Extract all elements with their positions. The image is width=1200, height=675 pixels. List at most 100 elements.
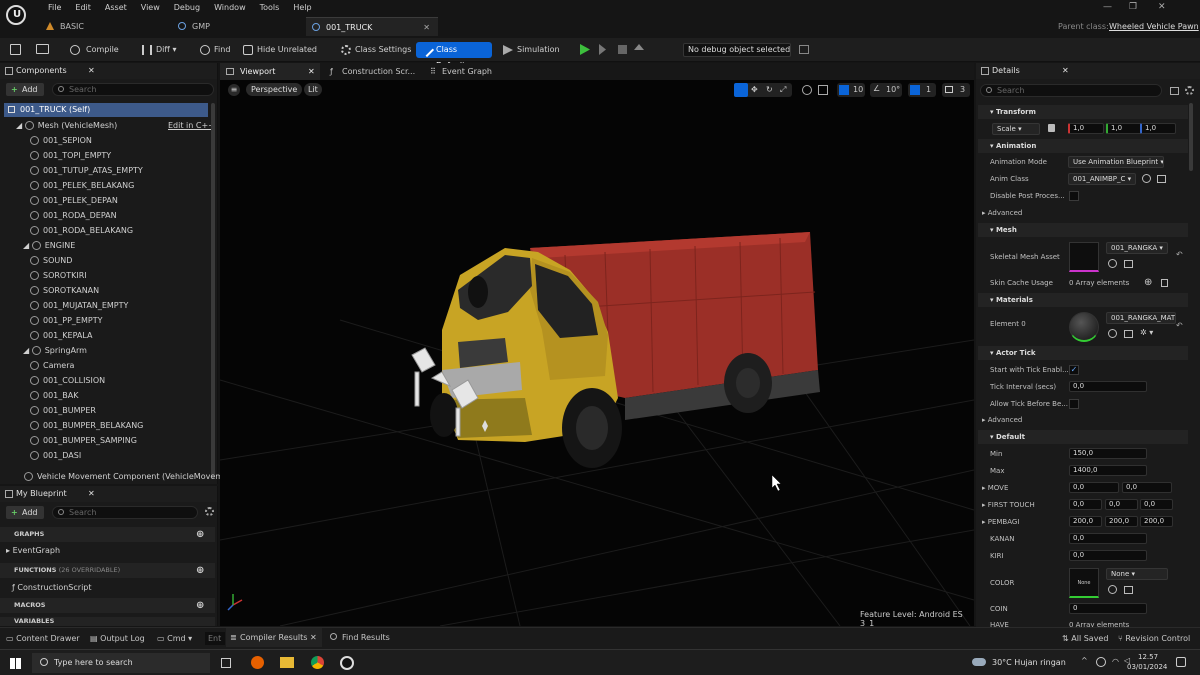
component-row[interactable]: 001_DASI	[30, 451, 81, 460]
tab-viewport[interactable]: Viewport ✕	[220, 63, 320, 80]
close-icon[interactable]: ✕	[423, 18, 430, 37]
blueprint-search-input[interactable]: Search	[52, 506, 198, 519]
details-scrollbar[interactable]	[1189, 103, 1193, 171]
step-icon[interactable]	[599, 44, 606, 55]
pembagi-x-field[interactable]: 200,0	[1069, 516, 1102, 527]
menu-debug[interactable]: Debug	[167, 2, 207, 13]
cmd-dropdown[interactable]: ▭ Cmd ▾	[157, 634, 192, 643]
taskbar-search-input[interactable]: Type here to search	[32, 653, 210, 673]
scale-mode-select[interactable]: Scale ▾	[992, 123, 1040, 135]
simulation-button[interactable]: Simulation	[503, 42, 560, 58]
component-row[interactable]: SOROTKANAN	[30, 286, 99, 295]
revision-control-button[interactable]: ⑂ Revision Control	[1118, 634, 1190, 643]
table-view-icon[interactable]	[1170, 87, 1179, 95]
language-icon[interactable]	[1096, 657, 1106, 667]
parent-class-link[interactable]: Wheeled Vehicle Pawn	[1109, 22, 1199, 31]
browse-icon[interactable]	[1124, 330, 1133, 338]
tick-interval-field[interactable]: 0,0	[1069, 381, 1147, 392]
close-icon[interactable]: ✕	[88, 63, 95, 79]
details-search-input[interactable]: Search	[980, 84, 1162, 97]
variables-section[interactable]: VARIABLES	[0, 617, 215, 626]
world-icon[interactable]	[802, 85, 812, 95]
class-defaults-button[interactable]: Class Defaults	[416, 42, 492, 70]
component-row[interactable]: 001_TUTUP_ATAS_EMPTY	[30, 166, 143, 175]
components-search-input[interactable]: Search	[52, 83, 214, 96]
tab-001-truck[interactable]: 001_TRUCK ✕	[306, 17, 438, 36]
component-root-row[interactable]: 001_TRUCK (Self)	[4, 103, 208, 117]
weather-text[interactable]: 30°C Hujan ringan	[992, 658, 1066, 667]
hide-unrelated-button[interactable]: Hide Unrelated	[243, 42, 317, 58]
tab-gmp[interactable]: GMP	[172, 17, 304, 36]
color-thumbnail[interactable]: None	[1069, 568, 1099, 598]
component-row[interactable]: 001_BUMPER_SAMPING	[30, 436, 137, 445]
component-row[interactable]: 001_BUMPER_BELAKANG	[30, 421, 143, 430]
macros-section[interactable]: MACROS ⊕	[0, 598, 215, 613]
skeletal-mesh-thumbnail[interactable]	[1069, 242, 1099, 272]
scale-icon[interactable]: ⤢	[780, 85, 786, 95]
edit-in-cpp-link[interactable]: Edit in C++	[168, 121, 215, 130]
component-row[interactable]: ◢ SpringArm	[23, 346, 87, 355]
use-selected-icon[interactable]	[1108, 259, 1117, 268]
default-section[interactable]: ▾ Default	[978, 430, 1188, 444]
kiri-field[interactable]: 0,0	[1069, 550, 1147, 561]
component-row[interactable]: 001_COLLISION	[30, 376, 105, 385]
component-row[interactable]: 001_MUJATAN_EMPTY	[30, 301, 128, 310]
play-icon[interactable]	[580, 44, 590, 55]
rotate-icon[interactable]: ↻	[766, 85, 773, 94]
mesh-section[interactable]: ▾ Mesh	[978, 223, 1188, 237]
component-row[interactable]: 001_RODA_DEPAN	[30, 211, 117, 220]
clock-date[interactable]: 03/01/2024	[1127, 663, 1167, 671]
menu-file[interactable]: File	[41, 2, 68, 13]
vehicle-movement-row[interactable]: Vehicle Movement Component (VehicleMovem…	[24, 472, 228, 481]
component-row[interactable]: 001_BUMPER	[30, 406, 96, 415]
expand-icon[interactable]: ◢	[23, 241, 32, 250]
component-row[interactable]: 001_RODA_BELAKANG	[30, 226, 133, 235]
tray-chevron-icon[interactable]: ^	[1081, 656, 1088, 665]
graphs-section[interactable]: GRAPHS ⊕	[0, 527, 215, 542]
menu-help[interactable]: Help	[286, 2, 318, 13]
components-scrollbar[interactable]	[211, 103, 215, 478]
use-selected-icon[interactable]	[1142, 174, 1151, 183]
gear-icon[interactable]	[205, 507, 214, 516]
start-tick-checkbox[interactable]: ✓	[1069, 365, 1079, 375]
kanan-field[interactable]: 0,0	[1069, 533, 1147, 544]
unreal-taskbar-icon[interactable]	[340, 656, 354, 670]
tab-event-graph[interactable]: ⠿ Event Graph	[424, 63, 520, 80]
min-field[interactable]: 150,0	[1069, 448, 1147, 459]
file-explorer-icon[interactable]	[280, 657, 294, 668]
browse-icon[interactable]	[1157, 175, 1166, 183]
component-row[interactable]: 001_PELEK_DEPAN	[30, 196, 118, 205]
diff-button[interactable]: Diff ▾	[142, 42, 176, 58]
scale-z-field[interactable]: 1,0	[1140, 123, 1176, 134]
transform-section[interactable]: ▾ Transform	[978, 105, 1188, 119]
first-touch-y-field[interactable]: 0,0	[1105, 499, 1138, 510]
gear-icon[interactable]	[1185, 86, 1194, 95]
tab-construction-script[interactable]: ƒ Construction Scr...	[324, 63, 420, 80]
skeletal-mesh-select[interactable]: 001_RANGKA ▾	[1106, 242, 1168, 254]
first-touch-label[interactable]: ▸ FIRST TOUCH	[982, 501, 1035, 509]
task-view-icon[interactable]	[221, 658, 231, 668]
anim-class-select[interactable]: 001_ANIMBP_C ▾	[1068, 173, 1136, 185]
select-icon[interactable]	[734, 83, 748, 97]
wifi-icon[interactable]: ◠	[1112, 657, 1119, 666]
tab-basic[interactable]: BASIC	[40, 17, 172, 36]
windows-start-icon[interactable]	[10, 658, 21, 669]
perspective-button[interactable]: Perspective	[246, 83, 303, 96]
scale-y-field[interactable]: 1,0	[1106, 123, 1142, 134]
material-thumbnail[interactable]	[1069, 312, 1099, 342]
save-icon[interactable]	[10, 44, 21, 55]
add-icon[interactable]: ⊕	[196, 598, 204, 613]
close-icon[interactable]: ✕	[308, 63, 315, 80]
browse-icon[interactable]	[36, 44, 49, 54]
component-mesh-row[interactable]: ◢ Mesh (VehicleMesh)	[16, 121, 117, 130]
add-blueprint-item-button[interactable]: + Add	[6, 506, 44, 519]
camera-speed-toggle[interactable]: 3	[942, 83, 970, 97]
use-selected-icon[interactable]	[1108, 329, 1117, 338]
component-row[interactable]: 001_TOPI_EMPTY	[30, 151, 111, 160]
close-icon[interactable]: ✕	[1062, 63, 1069, 79]
coin-field[interactable]: 0	[1069, 603, 1147, 614]
component-row[interactable]: 001_KEPALA	[30, 331, 92, 340]
event-graph-item[interactable]: ▸ EventGraph	[6, 546, 60, 555]
move-y-field[interactable]: 0,0	[1122, 482, 1172, 493]
reset-icon[interactable]: ↶	[1176, 250, 1183, 259]
